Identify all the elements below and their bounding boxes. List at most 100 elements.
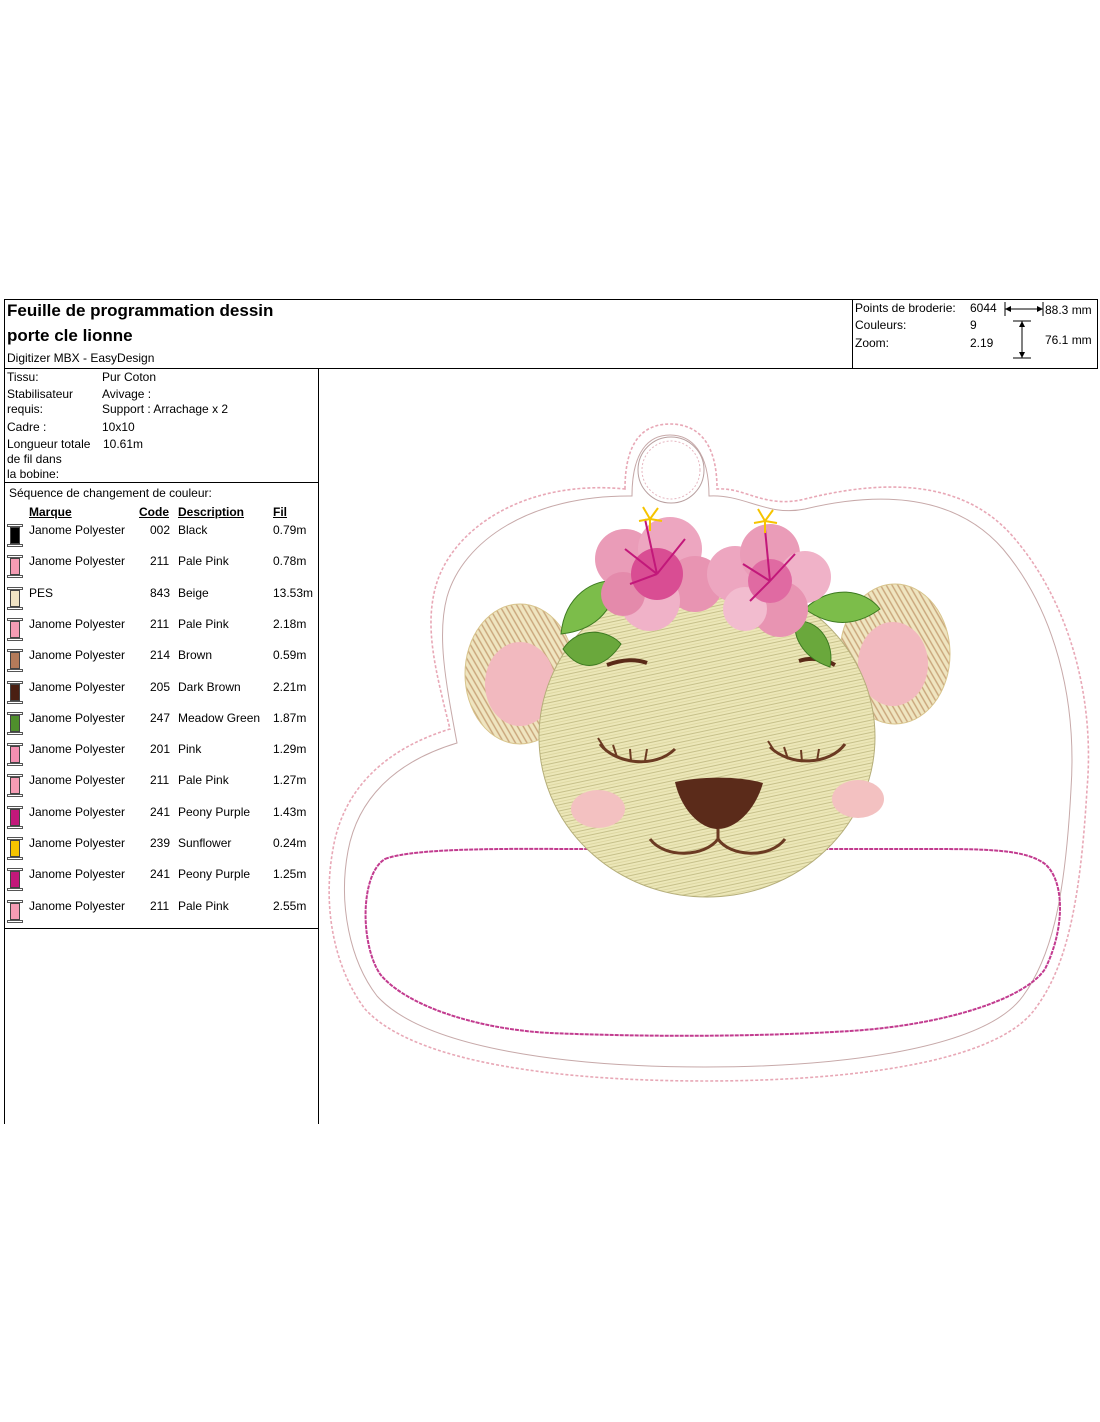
row-brand: Janome Polyester [29, 773, 126, 788]
row-thread-length: 2.18m [273, 616, 307, 631]
hoop-label: Cadre : [7, 420, 47, 434]
row-thread-length: 1.29m [273, 742, 307, 757]
thread-color-swatch [10, 589, 20, 607]
software-name: Digitizer MBX - EasyDesign [7, 351, 155, 365]
row-thread-length: 1.27m [273, 773, 307, 788]
row-thread-length: 2.21m [273, 679, 307, 694]
row-brand: Janome Polyester [29, 523, 126, 537]
sheet-right-border [1097, 299, 1098, 369]
column-thread: Fil [273, 505, 287, 519]
thread-spool-icon [7, 743, 23, 767]
keyring-hole-inner [641, 440, 701, 500]
row-code: 211 [150, 616, 170, 631]
right-cheek [832, 780, 884, 818]
thread-length-value: 10.61m [103, 437, 144, 451]
row-description: Brown [178, 648, 213, 663]
row-code: 247 [150, 710, 171, 725]
design-width: 88.3 mm [1045, 303, 1092, 317]
row-brand: Janome Polyester [29, 742, 126, 757]
thread-spool-icon [7, 617, 23, 642]
color-count-value: 9 [970, 318, 977, 332]
table-row: Janome Polyester 247 Meadow Green 1.87m [4, 711, 318, 735]
keyring-hole-outline [637, 436, 705, 504]
stabilizer-label-1: Stabilisateur [7, 387, 74, 401]
row-brand: Janome Polyester [29, 836, 126, 850]
column-description: Description [178, 505, 245, 519]
row-description: Meadow Green [178, 710, 261, 725]
row-code: 241 [150, 804, 171, 819]
stabilizer-value-1: Avivage : [102, 387, 152, 401]
row-brand: PES [29, 585, 54, 600]
thread-color-swatch [10, 558, 20, 576]
row-brand: Janome Polyester [29, 710, 126, 725]
thread-color-swatch [10, 902, 20, 920]
left-cheek [571, 790, 625, 828]
thread-spool-icon [7, 899, 23, 924]
table-row: Janome Polyester 211 Pale Pink 1.27m [4, 773, 318, 798]
row-code: 002 [150, 523, 171, 537]
row-brand: Janome Polyester [29, 616, 126, 631]
sequence-bottom-border [4, 928, 319, 929]
row-thread-length: 1.43m [273, 804, 307, 819]
table-row: Janome Polyester 201 Pink 1.29m [4, 742, 318, 767]
programming-sheet: Feuille de programmation dessin porte cl… [4, 299, 1098, 1124]
table-row: Janome Polyester 211 Pale Pink 2.18m [4, 617, 318, 641]
thread-color-swatch [10, 808, 20, 826]
zoom-label: Zoom: [855, 336, 890, 350]
thread-spool-icon [7, 649, 23, 673]
table-row: Janome Polyester 211 Pale Pink 2.55m [4, 899, 318, 923]
thread-length-label-2: de fil dans [7, 452, 62, 466]
sheet-top-border [4, 299, 1098, 300]
stitch-count-value: 6044 [970, 301, 997, 315]
row-code: 239 [150, 836, 171, 850]
thread-spool-icon [7, 680, 23, 705]
row-description: Beige [178, 585, 209, 600]
row-thread-length: 1.87m [273, 710, 307, 725]
design-height: 76.1 mm [1045, 333, 1092, 347]
thread-color-swatch [10, 840, 20, 857]
row-description: Pale Pink [178, 616, 229, 631]
row-code: 211 [150, 898, 170, 913]
row-code: 201 [150, 742, 171, 757]
thread-color-swatch [10, 683, 20, 701]
thread-spool-icon [7, 555, 23, 579]
row-brand: Janome Polyester [29, 648, 126, 663]
row-description: Black [178, 523, 208, 537]
color-sequence-heading: Séquence de changement de couleur: [9, 486, 212, 500]
row-thread-length: 0.59m [273, 648, 307, 663]
row-thread-length: 0.79m [273, 523, 307, 537]
thread-spool-icon [7, 711, 23, 736]
table-row: PES 843 Beige 13.53m [4, 586, 318, 610]
thread-spool-icon [7, 586, 23, 611]
row-brand: Janome Polyester [29, 867, 126, 882]
thread-color-swatch [10, 746, 20, 764]
thread-length-label-1: Longueur totale [7, 437, 91, 451]
stabilizer-label-2: requis: [7, 402, 44, 416]
stabilizer-value-2: Support : Arrachage x 2 [102, 402, 229, 416]
row-description: Peony Purple [178, 867, 251, 882]
row-thread-length: 0.78m [273, 554, 307, 569]
hoop-value: 10x10 [102, 420, 135, 434]
row-code: 211 [150, 554, 170, 569]
row-code: 241 [150, 867, 171, 882]
table-row: Janome Polyester 239 Sunflower 0.24m [4, 836, 318, 860]
row-description: Pale Pink [178, 773, 229, 788]
column-code: Code [139, 505, 169, 519]
thread-color-swatch [10, 652, 20, 670]
row-description: Pale Pink [178, 898, 229, 913]
row-thread-length: 0.24m [273, 836, 307, 850]
thread-color-swatch [10, 871, 20, 889]
row-description: Dark Brown [178, 679, 241, 694]
thread-color-swatch [10, 714, 20, 732]
thread-spool-icon [7, 774, 23, 798]
thread-spool-icon [7, 524, 23, 548]
thread-spool-icon [7, 805, 23, 830]
thread-length-label-3: la bobine: [7, 467, 60, 481]
row-thread-length: 1.25m [273, 867, 307, 882]
row-code: 211 [150, 773, 170, 788]
row-brand: Janome Polyester [29, 679, 126, 694]
fabric-value: Pur Coton [102, 370, 157, 384]
stats-divider [852, 299, 853, 369]
row-description: Pale Pink [178, 554, 229, 569]
row-brand: Janome Polyester [29, 898, 126, 913]
